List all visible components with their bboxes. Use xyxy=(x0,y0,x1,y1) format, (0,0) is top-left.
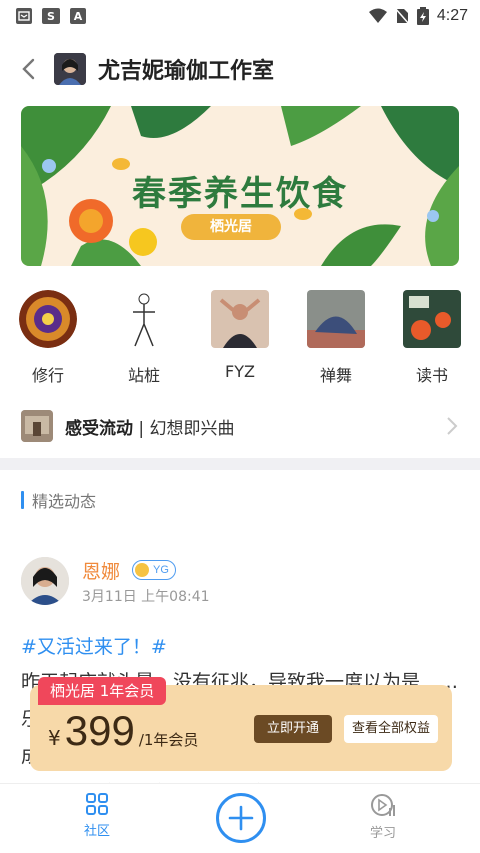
page-title: 尤吉妮瑜伽工作室 xyxy=(98,59,275,84)
membership-price: ¥ 399 /1年会员 xyxy=(48,707,198,755)
play-circle-icon xyxy=(371,794,395,816)
category-item-chanwu[interactable]: 禅舞 xyxy=(288,290,384,390)
category-image-standing-figure xyxy=(115,290,173,348)
plus-icon xyxy=(228,805,254,831)
category-image-mandala xyxy=(19,290,77,348)
category-item-xiuxing[interactable]: 修行 xyxy=(0,290,96,390)
battery-icon xyxy=(416,7,429,25)
recommend-text: 感受流动 | 幻想即兴曲 xyxy=(65,414,235,439)
header: 尤吉妮瑜伽工作室 xyxy=(0,46,480,92)
section-title: 精选动态 xyxy=(32,492,97,511)
recommend-subtitle: 幻想即兴曲 xyxy=(149,418,235,439)
banner-pill: 栖光居 xyxy=(181,214,281,240)
recommend-thumbnail xyxy=(21,410,53,442)
wifi-icon xyxy=(368,8,387,23)
status-bar: S A 4:27 xyxy=(0,0,480,32)
chevron-left-icon xyxy=(22,58,35,80)
section-header: 精选动态 xyxy=(21,488,96,512)
recommend-separator: | xyxy=(133,418,150,439)
notification-icon xyxy=(16,8,32,24)
banner-title: 春季养生饮食 xyxy=(132,174,348,214)
s-app-icon: S xyxy=(42,8,60,24)
recommend-title: 感受流动 xyxy=(65,418,133,439)
category-image-dance xyxy=(307,290,365,348)
membership-card: 栖光居 1年会员 ¥ 399 /1年会员 立即开通 查看全部权益 xyxy=(30,677,452,771)
category-item-zhanzhuang[interactable]: 站桩 xyxy=(96,290,192,390)
nav-study-label: 学习 xyxy=(369,826,396,841)
category-item-fyz[interactable]: FYZ xyxy=(192,290,288,390)
membership-tag: 栖光居 1年会员 xyxy=(38,677,167,705)
currency-symbol: ¥ xyxy=(48,726,61,750)
category-label: 站桩 xyxy=(127,366,160,385)
status-bar-left: S A xyxy=(16,8,86,24)
nav-community-label: 社区 xyxy=(83,824,110,839)
author-avatar[interactable] xyxy=(21,557,69,605)
bottom-nav: 社区 学习 xyxy=(0,783,480,853)
status-time: 4:27 xyxy=(436,7,468,24)
post-hashtag[interactable]: #又活过来了！# xyxy=(21,632,167,659)
category-item-dushu[interactable]: 读书 xyxy=(384,290,480,390)
back-button[interactable] xyxy=(18,55,38,83)
open-membership-button[interactable]: 立即开通 xyxy=(254,715,332,743)
view-benefits-button[interactable]: 查看全部权益 xyxy=(344,715,438,743)
nav-study[interactable]: 学习 xyxy=(353,792,413,841)
category-image-book xyxy=(403,290,461,348)
category-label: FYZ xyxy=(225,362,255,381)
category-label: 读书 xyxy=(415,366,448,385)
member-level-badge: YG xyxy=(132,560,176,580)
category-row: 修行 站桩 FYZ 禅舞 读书 xyxy=(0,290,480,390)
recommend-row[interactable]: 感受流动 | 幻想即兴曲 xyxy=(0,406,480,446)
section-divider xyxy=(0,458,480,470)
studio-avatar[interactable] xyxy=(54,53,86,85)
nav-community[interactable]: 社区 xyxy=(67,792,127,839)
badge-text: YG xyxy=(153,564,169,576)
post-time: 3月11日 上午08:41 xyxy=(82,589,210,605)
grid-icon xyxy=(86,793,108,815)
price-value: 399 xyxy=(64,707,135,754)
category-image-yoga-pose xyxy=(211,290,269,348)
category-label: 禅舞 xyxy=(319,366,352,385)
crown-icon xyxy=(135,563,149,577)
price-unit: /1年会员 xyxy=(138,731,199,749)
status-bar-right: 4:27 xyxy=(368,7,468,25)
promo-banner[interactable]: 春季养生饮食 栖光居 xyxy=(21,106,459,266)
chevron-right-icon xyxy=(447,417,458,435)
no-sim-icon xyxy=(394,8,409,24)
a-app-icon: A xyxy=(70,8,86,24)
add-post-button[interactable] xyxy=(216,793,266,843)
author-name[interactable]: 恩娜 xyxy=(82,557,120,584)
section-accent-bar xyxy=(21,491,24,509)
category-label: 修行 xyxy=(31,366,64,385)
